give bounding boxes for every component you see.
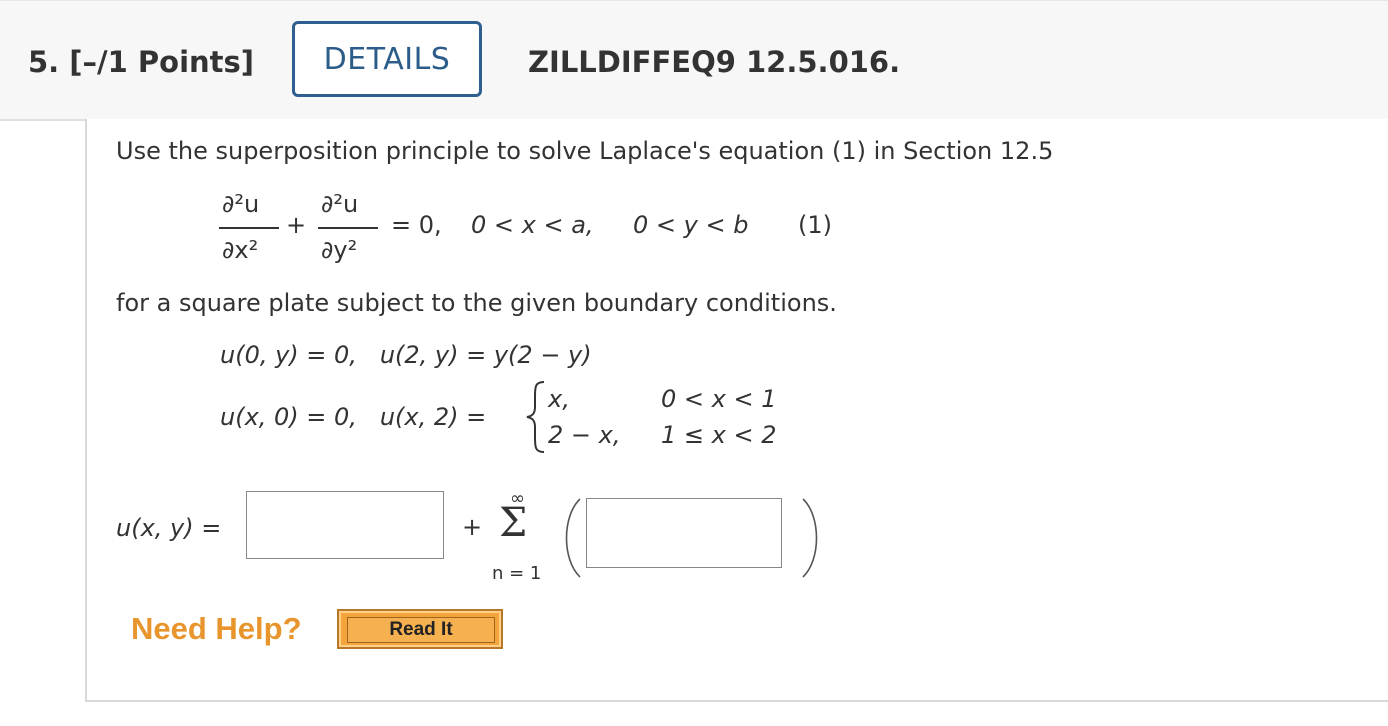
left-brace-icon (526, 381, 545, 453)
question-number: 5. [–/1 Points] (28, 45, 255, 79)
piecewise-expr-2: 2 − x, (548, 421, 621, 449)
fraction-bar (219, 227, 279, 229)
need-help-label: Need Help? (131, 611, 302, 646)
equation-label: (1) (798, 211, 832, 239)
details-button[interactable]: DETAILS (292, 21, 482, 97)
left-paren-icon (565, 498, 581, 578)
answer-constant-input[interactable] (246, 491, 444, 559)
laplace-numerator-2: ∂²u (321, 190, 359, 218)
laplace-y-condition: 0 < y < b (633, 211, 749, 239)
question-header: 5. [–/1 Points] DETAILS ZILLDIFFEQ9 12.5… (0, 0, 1388, 121)
answer-series-term-input[interactable] (586, 498, 782, 568)
right-paren-icon (802, 498, 818, 578)
problem-intro: Use the superposition principle to solve… (116, 137, 1054, 165)
piecewise-cond-2: 1 ≤ x < 2 (661, 421, 777, 449)
fraction-bar (318, 227, 378, 229)
boundary-condition-x: u(0, y) = 0, u(2, y) = y(2 − y) (220, 341, 592, 369)
piecewise-expr-1: x, (548, 385, 570, 413)
sum-lower-limit: n = 1 (492, 563, 542, 584)
laplace-rhs: = 0, (391, 211, 442, 239)
boundary-condition-y: u(x, 0) = 0, u(x, 2) = (220, 403, 487, 431)
answer-plus: + (462, 513, 483, 541)
laplace-denominator-1: ∂x² (222, 236, 259, 264)
question-code: ZILLDIFFEQ9 12.5.016. (528, 45, 901, 79)
piecewise-cond-1: 0 < x < 1 (661, 385, 777, 413)
laplace-plus: + (286, 211, 307, 239)
answer-lhs: u(x, y) = (116, 514, 222, 542)
boundary-intro: for a square plate subject to the given … (116, 289, 837, 317)
laplace-x-condition: 0 < x < a, (471, 211, 594, 239)
laplace-denominator-2: ∂y² (321, 236, 358, 264)
read-it-button[interactable]: Read It (337, 609, 503, 649)
read-it-label: Read It (347, 617, 495, 643)
laplace-numerator-1: ∂²u (222, 190, 260, 218)
sum-icon: Σ (499, 500, 528, 546)
